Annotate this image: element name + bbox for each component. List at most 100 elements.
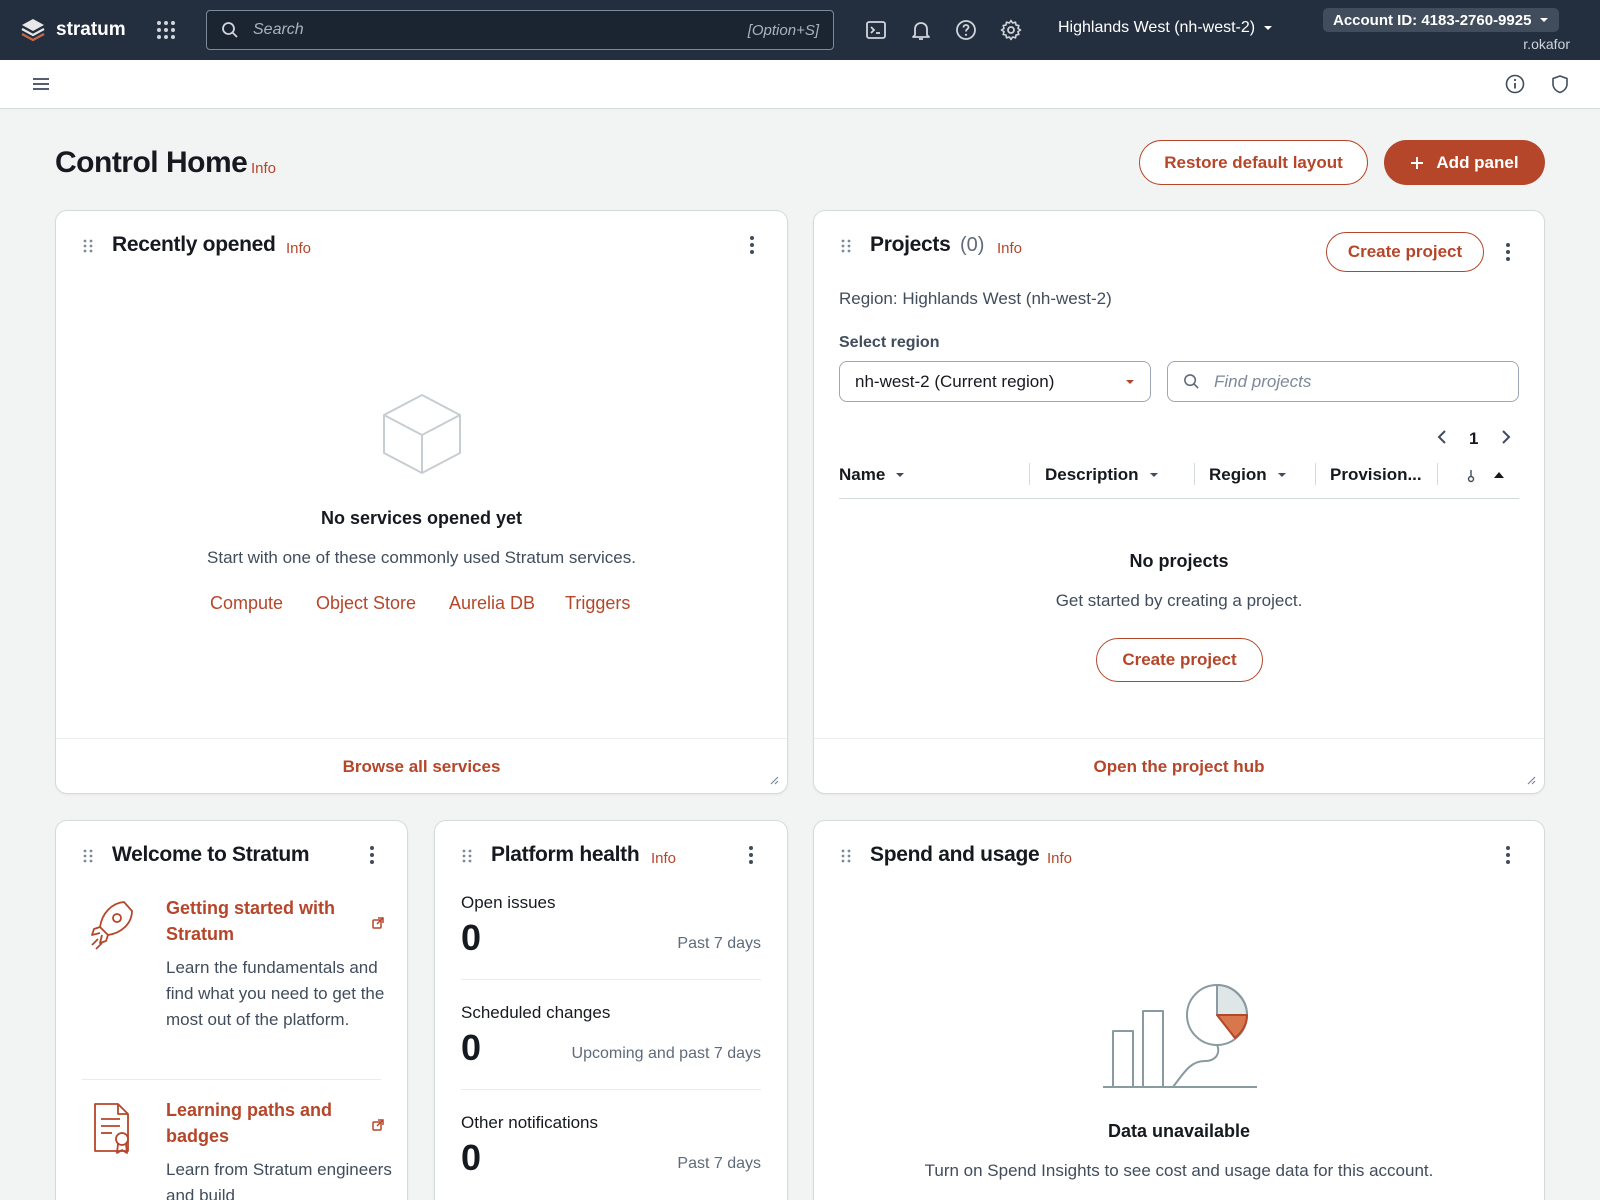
kebab-menu-icon[interactable] [369, 844, 375, 866]
empty-create-project-button[interactable]: Create project [1096, 638, 1263, 682]
region-selector[interactable]: Highlands West (nh-west-2) [1058, 19, 1273, 37]
cube-icon [383, 394, 461, 474]
metric-value[interactable]: 0 [461, 1027, 481, 1069]
learning-paths-description: Learn from Stratum engineers and build [166, 1160, 392, 1200]
drag-handle-icon[interactable] [840, 238, 852, 254]
panel-title: Recently opened [112, 233, 276, 256]
empty-title: No projects [1129, 551, 1229, 571]
panel-info-link[interactable]: Info [997, 240, 1022, 257]
top-navigation: stratum Search [Option+S] Highlands West [0, 0, 1600, 60]
page-info-link[interactable]: Info [251, 160, 276, 177]
column-divider [1029, 463, 1030, 485]
settings-caret-icon[interactable] [1466, 468, 1476, 484]
global-search-input[interactable]: Search [Option+S] [206, 10, 834, 50]
panel-title: Welcome to Stratum [112, 843, 310, 866]
drag-handle-icon[interactable] [840, 848, 852, 864]
panel-footer: Browse all services [56, 738, 787, 793]
service-link-triggers[interactable]: Triggers [565, 593, 630, 614]
panel-title: Projects [870, 233, 951, 256]
external-link-icon [372, 917, 384, 929]
chevron-right-icon[interactable] [1500, 429, 1512, 445]
chevron-left-icon[interactable] [1436, 429, 1448, 445]
kebab-menu-icon[interactable] [749, 234, 755, 256]
divider [461, 979, 761, 980]
external-link-icon [372, 1119, 384, 1131]
stratum-logo-icon [21, 19, 45, 42]
find-projects-input[interactable]: Find projects [1167, 361, 1519, 402]
sort-caret-icon [1149, 473, 1158, 477]
panel-info-link[interactable]: Info [1047, 850, 1072, 867]
column-divider [1194, 463, 1195, 485]
caret-down-icon [1126, 379, 1134, 384]
restore-default-layout-button[interactable]: Restore default layout [1139, 140, 1368, 185]
empty-title: Data unavailable [1107, 1121, 1251, 1141]
column-header-provision[interactable]: Provision... [1330, 465, 1422, 485]
search-icon [222, 22, 238, 38]
certificate-icon [94, 1103, 129, 1154]
drag-handle-icon[interactable] [82, 238, 94, 254]
column-header-description[interactable]: Description [1045, 465, 1159, 485]
resize-handle-icon[interactable] [1526, 775, 1536, 785]
getting-started-description: Learn the fundamentals and find what you… [166, 958, 385, 1029]
column-label: Region [1209, 465, 1267, 484]
welcome-panel: Welcome to Stratum Getting started with … [55, 820, 408, 1200]
help-icon[interactable] [954, 18, 978, 42]
caret-down-icon [1264, 26, 1273, 30]
empty-description: Turn on Spend Insights to see cost and u… [924, 1161, 1434, 1180]
divider [82, 1079, 381, 1080]
panel-info-link[interactable]: Info [651, 850, 676, 867]
empty-description: Start with one of these commonly used St… [207, 548, 636, 567]
panel-info-link[interactable]: Info [286, 240, 311, 257]
projects-count: (0) [960, 234, 985, 256]
secondary-toolbar [0, 60, 1600, 109]
region-select[interactable]: nh-west-2 (Current region) [839, 361, 1151, 402]
column-divider [1437, 463, 1438, 485]
metric-period: Past 7 days [677, 935, 761, 952]
region-select-value: nh-west-2 (Current region) [855, 371, 1055, 391]
info-circle-icon[interactable] [1504, 73, 1526, 95]
shield-icon[interactable] [1549, 73, 1571, 95]
apps-grid-icon[interactable] [154, 18, 178, 42]
learning-paths-link[interactable]: Learning paths and badges [166, 1097, 361, 1149]
projects-panel: Projects (0) Info Create project Region:… [813, 210, 1545, 794]
add-panel-button[interactable]: Add panel [1384, 140, 1545, 185]
column-label: Provision... [1330, 465, 1422, 484]
metric-label: Scheduled changes [461, 1003, 611, 1022]
kebab-menu-icon[interactable] [1505, 241, 1511, 263]
column-divider [1315, 463, 1316, 485]
drag-handle-icon[interactable] [82, 848, 94, 864]
column-header-region[interactable]: Region [1209, 465, 1287, 485]
metric-value[interactable]: 0 [461, 917, 481, 959]
getting-started-link[interactable]: Getting started with Stratum [166, 895, 361, 947]
username: r.okafor [1523, 36, 1570, 52]
search-shortcut: [Option+S] [747, 21, 819, 39]
create-project-button[interactable]: Create project [1326, 232, 1484, 272]
account-id: Account ID: 4183-2760-9925 [1333, 11, 1532, 29]
bell-icon[interactable] [909, 18, 933, 42]
drag-handle-icon[interactable] [461, 848, 473, 864]
browse-all-services-link[interactable]: Browse all services [343, 757, 501, 777]
sort-ascending-icon[interactable] [1493, 471, 1505, 479]
column-header-name[interactable]: Name [839, 465, 905, 485]
kebab-menu-icon[interactable] [1505, 844, 1511, 866]
terminal-icon[interactable] [864, 18, 888, 42]
service-link-object-store[interactable]: Object Store [316, 593, 416, 614]
menu-icon[interactable] [30, 73, 52, 95]
account-menu[interactable]: Account ID: 4183-2760-9925 [1323, 8, 1560, 32]
page-number[interactable]: 1 [1469, 429, 1478, 449]
sort-caret-icon [896, 473, 905, 477]
gear-icon[interactable] [999, 18, 1023, 42]
open-project-hub-link[interactable]: Open the project hub [1094, 757, 1265, 777]
metric-period: Past 7 days [677, 1155, 761, 1172]
resize-handle-icon[interactable] [769, 775, 779, 785]
spend-and-usage-panel: Spend and usage Info Data unavailable Tu… [813, 820, 1545, 1200]
platform-health-panel: Platform health Info Open issues 0 Past … [434, 820, 788, 1200]
kebab-menu-icon[interactable] [748, 844, 754, 866]
page-title: Control Home [55, 146, 248, 179]
chart-unavailable-illustration [1103, 984, 1257, 1088]
select-region-label: Select region [839, 334, 940, 351]
service-link-compute[interactable]: Compute [210, 593, 283, 614]
service-link-aurelia-db[interactable]: Aurelia DB [449, 593, 535, 614]
logo[interactable]: stratum [20, 17, 126, 43]
metric-value[interactable]: 0 [461, 1137, 481, 1179]
